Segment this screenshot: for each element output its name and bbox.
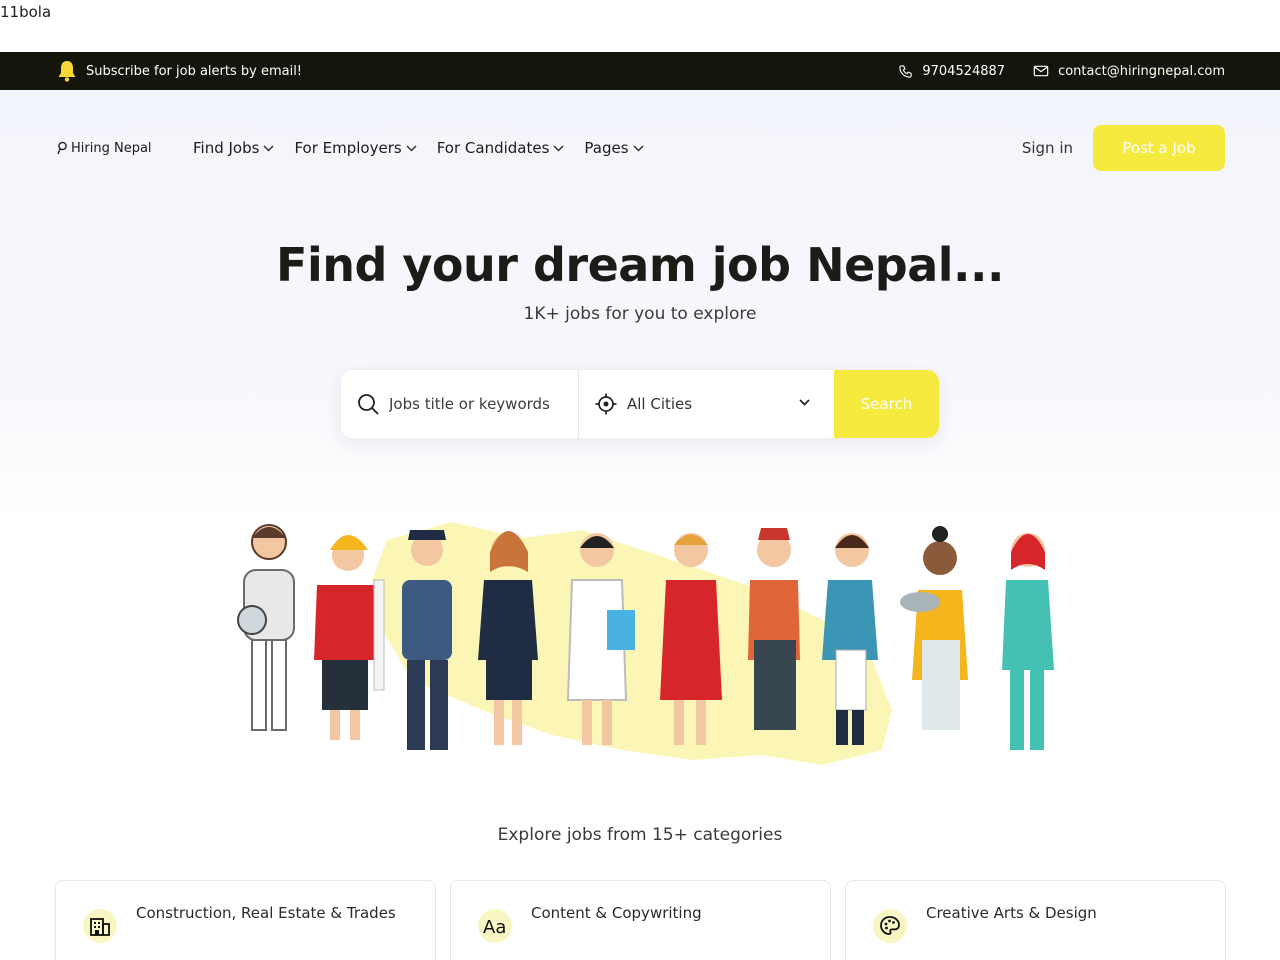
category-card-content[interactable]: Aa Content & Copywriting [450,880,831,960]
workers-illustration [237,522,1054,765]
category-label: Content & Copywriting [531,904,702,922]
category-cards: Construction, Real Estate & Trades Aa Co… [55,880,1226,960]
location-target-icon [595,393,617,415]
nav-item-pages[interactable]: Pages [584,139,644,157]
font-icon: Aa [483,917,506,938]
email-address: contact@hiringnepal.com [1058,63,1225,79]
phone-icon [899,64,913,78]
category-card-construction[interactable]: Construction, Real Estate & Trades [55,880,436,960]
nav-item-for-employers[interactable]: For Employers [294,139,417,157]
city-select[interactable]: All Cities [579,370,834,438]
bell-icon [58,61,76,82]
category-label: Creative Arts & Design [926,904,1097,922]
building-icon [90,918,110,936]
subscribe-text: Subscribe for job alerts by email! [86,63,303,79]
nav-item-label: For Employers [294,139,402,157]
nav-item-find-jobs[interactable]: Find Jobs [193,139,274,157]
person-chef [900,526,968,730]
hero-subhead: 1K+ jobs for you to explore [523,304,757,324]
main-nav: Hiring Nepal Find Jobs For Employers For… [57,125,1225,171]
hero-headline: Find your dream job Nepal... [276,238,1004,292]
city-select-value: All Cities [627,395,693,413]
sign-in-link[interactable]: Sign in [1022,139,1073,157]
post-job-button[interactable]: Post a Job [1093,125,1225,171]
phone-number: 9704524887 [922,63,1006,79]
chevron-down-icon [633,144,644,152]
keyword-field [341,370,579,438]
logo-text: Hiring Nepal [71,140,152,156]
category-label: Construction, Real Estate & Trades [136,904,396,922]
mail-icon [1033,65,1049,77]
stray-text: 11bola [0,3,52,21]
logo-mark-icon [57,141,67,155]
search-button[interactable]: Search [834,370,939,438]
nav-item-for-candidates[interactable]: For Candidates [437,139,565,157]
subscribe-alert[interactable]: Subscribe for job alerts by email! [57,60,302,82]
nav-item-label: For Candidates [436,139,550,157]
job-search-bar: All Cities Search [340,369,940,439]
palette-icon [880,916,900,935]
chevron-down-icon [263,144,274,152]
email-contact[interactable]: contact@hiringnepal.com [1033,64,1225,79]
chevron-down-icon [799,399,810,406]
keyword-input[interactable] [389,395,564,413]
hero-section: Hiring Nepal Find Jobs For Employers For… [0,90,1280,960]
nav-item-label: Pages [584,139,629,157]
category-card-creative[interactable]: Creative Arts & Design [845,880,1226,960]
nav-menu: Find Jobs For Employers For Candidates P… [193,139,664,157]
person-astronaut [237,524,295,731]
site-logo[interactable]: Hiring Nepal [57,141,193,156]
person-waitress [748,528,800,730]
person-nurse [1002,533,1054,750]
nav-item-label: Find Jobs [193,139,260,157]
svg-text:Aa: Aa [483,917,506,938]
chevron-down-icon [553,144,564,152]
phone-contact[interactable]: 9704524887 [898,64,1005,79]
person-engineer [314,535,385,740]
top-bar: Subscribe for job alerts by email! 97045… [0,52,1280,90]
categories-title: Explore jobs from 15+ categories [497,825,783,845]
chevron-down-icon [406,144,417,152]
search-icon [358,394,379,415]
